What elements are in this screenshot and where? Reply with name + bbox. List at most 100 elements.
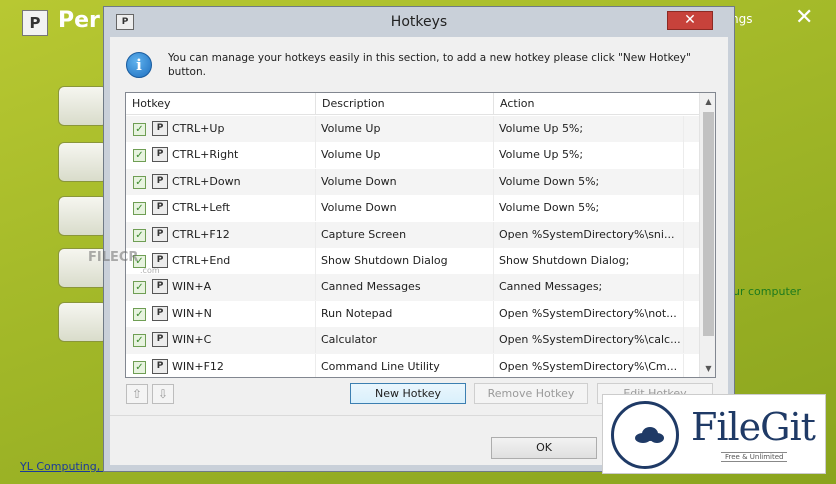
hotkey-text: WIN+A xyxy=(172,280,212,294)
vertical-scrollbar[interactable]: ▲ ▼ xyxy=(699,93,715,377)
hotkey-cell: ✓ P WIN+N xyxy=(126,300,316,327)
column-header-action[interactable]: Action xyxy=(494,93,700,115)
badge-tagline: Free & Unlimited xyxy=(721,452,788,462)
table-row[interactable]: ✓ P WIN+N Run Notepad Open %SystemDirectory%… xyxy=(126,300,700,327)
add-hotkey-tile-icon[interactable] xyxy=(58,86,108,126)
action-cell: Open %SystemDirectory%\sni... xyxy=(494,221,684,248)
watermark-text: FILECR xyxy=(88,250,139,265)
new-hotkey-button[interactable]: New Hotkey xyxy=(350,383,466,404)
hotkey-cell: ✓ P WIN+F12 xyxy=(126,353,316,377)
scroll-down-icon[interactable]: ▼ xyxy=(700,360,715,377)
footer-link[interactable]: YL Computing, I xyxy=(20,460,107,473)
remove-hotkey-button[interactable]: Remove Hotkey xyxy=(474,383,588,404)
hotkey-cell: ✓ P WIN+A xyxy=(126,274,316,301)
scroll-up-icon[interactable]: ▲ xyxy=(700,93,715,110)
app-title: Per xyxy=(58,8,100,33)
table-row[interactable]: ✓ P CTRL+End Show Shutdown Dialog Show Shutd… xyxy=(126,247,700,274)
list-header: Hotkey Description Action xyxy=(126,93,700,115)
hotkey-cell: ✓ P CTRL+Left xyxy=(126,195,316,222)
column-header-hotkey[interactable]: Hotkey xyxy=(126,93,316,115)
hotkey-icon: P xyxy=(152,358,168,374)
info-icon: i xyxy=(126,52,152,78)
action-cell: Open %SystemDirectory%\not... xyxy=(494,300,684,327)
description-cell: Calculator xyxy=(316,327,494,354)
hotkey-text: WIN+F12 xyxy=(172,359,224,373)
table-row[interactable]: ✓ P CTRL+Up Volume Up Volume Up 5%; xyxy=(126,116,700,143)
hotkey-cell: ✓ P CTRL+F12 xyxy=(126,221,316,248)
table-row[interactable]: ✓ P CTRL+Down Volume Down Volume Down 5%; xyxy=(126,168,700,196)
list-rows: ✓ P CTRL+Up Volume Up Volume Up 5%; ✓ P CTRL+Ri… xyxy=(126,116,700,377)
hotkey-text: CTRL+Down xyxy=(172,174,241,188)
table-row[interactable]: ✓ P WIN+C Calculator Open %SystemDirectory%\… xyxy=(126,327,700,354)
hotkey-icon: P xyxy=(152,279,168,295)
messages-tile-icon[interactable] xyxy=(58,196,108,236)
description-cell: Volume Up xyxy=(316,116,494,142)
hotkey-icon: P xyxy=(152,305,168,321)
table-row[interactable]: ✓ P CTRL+Left Volume Down Volume Down 5%; xyxy=(126,195,700,222)
hotkey-text: CTRL+End xyxy=(172,253,231,267)
description-cell: Run Notepad xyxy=(316,300,494,327)
description-cell: Command Line Utility xyxy=(316,353,494,377)
filegit-badge: FileGit Free & Unlimited xyxy=(602,394,826,474)
hotkey-text: WIN+N xyxy=(172,306,212,320)
action-cell: Volume Up 5%; xyxy=(494,116,684,142)
action-cell: Open %SystemDirectory%\Cm... xyxy=(494,353,684,377)
checkbox[interactable]: ✓ xyxy=(133,334,146,348)
table-row[interactable]: ✓ P CTRL+F12 Capture Screen Open %SystemDire… xyxy=(126,221,700,248)
description-cell: Capture Screen xyxy=(316,221,494,248)
checkbox[interactable]: ✓ xyxy=(133,123,146,136)
action-cell: Canned Messages; xyxy=(494,274,684,301)
checkbox[interactable]: ✓ xyxy=(133,307,146,321)
info-text: You can manage your hotkeys easily in th… xyxy=(168,52,691,78)
hotkey-text: WIN+C xyxy=(172,333,212,347)
checkbox[interactable]: ✓ xyxy=(133,202,146,216)
hotkey-cell: ✓ P CTRL+Down xyxy=(126,168,316,195)
cloud-icon xyxy=(635,427,664,443)
checkbox[interactable]: ✓ xyxy=(133,360,146,374)
hotkey-text: CTRL+Up xyxy=(172,122,225,135)
hotkey-text: CTRL+F12 xyxy=(172,227,230,241)
table-row[interactable]: ✓ P CTRL+Right Volume Up Volume Up 5%; xyxy=(126,142,700,169)
action-cell: Show Shutdown Dialog; xyxy=(494,247,684,274)
table-row[interactable]: ✓ P WIN+A Canned Messages Canned Messages; xyxy=(126,274,700,301)
checkbox[interactable]: ✓ xyxy=(133,149,146,163)
hotkey-text: CTRL+Left xyxy=(172,201,231,215)
description-cell: Show Shutdown Dialog xyxy=(316,247,494,274)
app-logo-icon: P xyxy=(22,10,48,36)
keyboard-tile-icon[interactable] xyxy=(58,142,108,182)
table-row[interactable]: ✓ P WIN+F12 Command Line Utility Open %Syste… xyxy=(126,353,700,377)
description-cell: Volume Down xyxy=(316,168,494,195)
close-button[interactable]: ✕ xyxy=(667,11,713,30)
hotkey-cell: ✓ P CTRL+Up xyxy=(126,116,316,142)
hotkey-icon: P xyxy=(152,332,168,348)
hotkey-cell: ✓ P CTRL+Right xyxy=(126,142,316,169)
dialog-title: Hotkeys xyxy=(390,14,448,30)
hotkey-icon: P xyxy=(152,121,168,136)
badge-title: FileGit xyxy=(691,405,816,449)
hotkey-cell: ✓ P WIN+C xyxy=(126,327,316,354)
action-cell: Volume Up 5%; xyxy=(494,142,684,169)
scrollbar-thumb[interactable] xyxy=(703,112,714,336)
hotkey-list[interactable]: Hotkey Description Action ✓ P CTRL+Up Volum… xyxy=(125,92,716,378)
checkbox[interactable]: ✓ xyxy=(133,228,146,242)
app-close-icon[interactable]: ✕ xyxy=(795,7,813,29)
hotkey-icon: P xyxy=(152,200,168,216)
filegit-logo-icon xyxy=(611,401,679,469)
hotkey-icon: P xyxy=(152,147,168,163)
move-down-button[interactable]: ⇩ xyxy=(152,384,174,404)
action-cell: Open %SystemDirectory%\calc... xyxy=(494,327,684,354)
description-cell: Volume Down xyxy=(316,195,494,222)
hotkey-text: CTRL+Right xyxy=(172,148,239,162)
column-header-description[interactable]: Description xyxy=(316,93,494,115)
hotkey-icon: P xyxy=(152,173,168,189)
description-cell: Canned Messages xyxy=(316,274,494,301)
action-cell: Volume Down 5%; xyxy=(494,195,684,222)
checkbox[interactable]: ✓ xyxy=(133,175,146,189)
dialog-titlebar[interactable]: P Hotkeys ✕ xyxy=(104,7,734,37)
description-cell: Volume Up xyxy=(316,142,494,169)
ok-button[interactable]: OK xyxy=(491,437,597,459)
move-up-button[interactable]: ⇧ xyxy=(126,384,148,404)
checkbox[interactable]: ✓ xyxy=(133,281,146,295)
document-tile-icon[interactable] xyxy=(58,302,108,342)
action-cell: Volume Down 5%; xyxy=(494,168,684,195)
